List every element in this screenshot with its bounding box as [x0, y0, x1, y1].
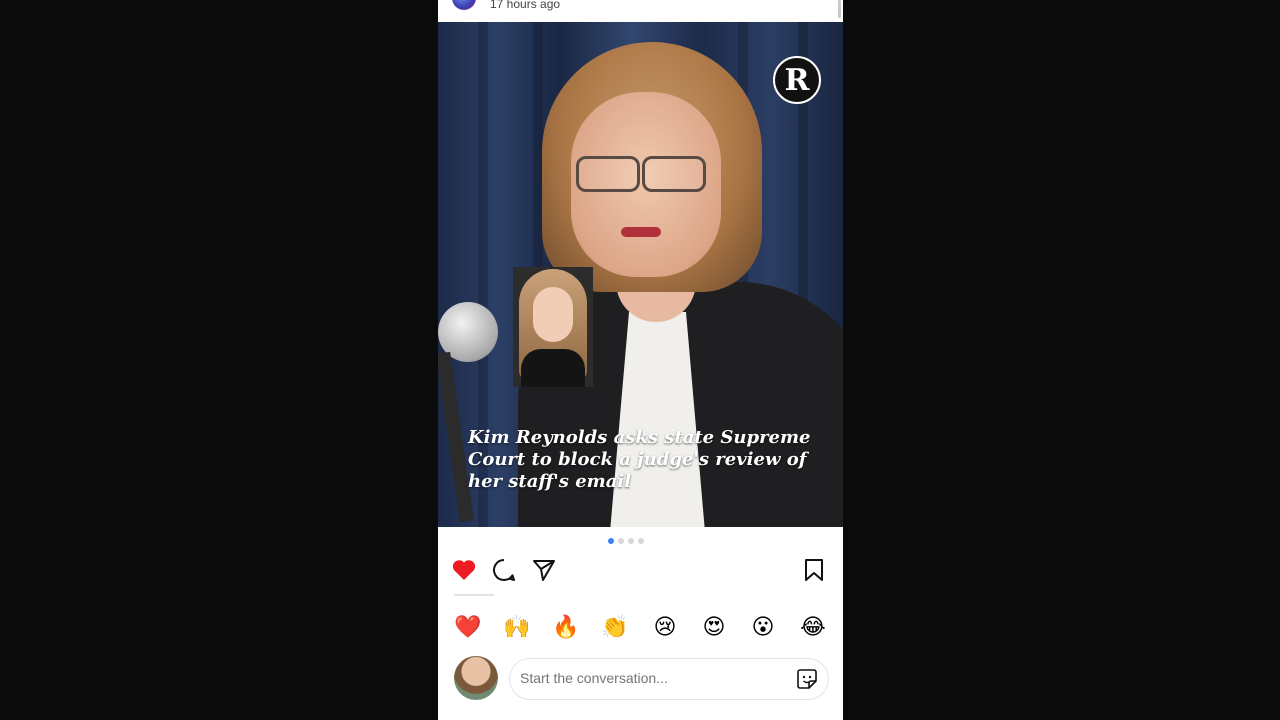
post-header: 17 hours ago — [438, 0, 843, 22]
author-avatar[interactable] — [452, 0, 476, 10]
bookmark-icon[interactable] — [800, 556, 828, 584]
heart-filled-icon[interactable] — [450, 556, 478, 584]
sticker-icon[interactable] — [796, 668, 818, 690]
reaction-fire[interactable]: 🔥 — [550, 612, 582, 644]
reaction-heart[interactable]: ❤️ — [452, 612, 484, 644]
speaker-lips — [621, 227, 661, 237]
paper-plane-icon[interactable] — [530, 556, 558, 584]
carousel-dot — [607, 538, 614, 544]
likes-stub — [454, 594, 494, 600]
carousel-dot — [637, 538, 644, 544]
carousel-dot — [617, 538, 624, 544]
image-headline: Kim Reynolds asks state Supreme Court to… — [468, 427, 811, 492]
reaction-laugh[interactable]: 😂 — [797, 612, 829, 644]
carousel-dot — [627, 538, 634, 544]
comment-icon[interactable] — [490, 556, 518, 584]
current-user-avatar — [454, 656, 498, 700]
creator-video-overlay[interactable] — [513, 267, 593, 387]
reaction-heart-eyes[interactable]: 😍 — [698, 612, 730, 644]
post-timestamp: 17 hours ago — [490, 0, 561, 11]
post-image[interactable]: R Kim Reynolds asks state Supreme Court … — [438, 22, 843, 527]
reaction-cry[interactable]: 😢 — [649, 612, 681, 644]
carousel-indicator — [438, 538, 828, 548]
post-screen: 17 hours ago R Kim Reynolds asks state S… — [438, 0, 843, 720]
post-actions — [438, 556, 843, 586]
reaction-raised-hands[interactable]: 🙌 — [501, 612, 533, 644]
comment-input-box[interactable] — [509, 658, 829, 700]
quick-reactions: ❤️ 🙌 🔥 👏 😢 😍 😮 😂 — [438, 612, 843, 644]
scrollbar[interactable] — [838, 0, 841, 18]
comment-input[interactable] — [520, 670, 770, 686]
comment-composer — [438, 656, 843, 702]
reaction-wow[interactable]: 😮 — [747, 612, 779, 644]
publisher-logo: R — [773, 56, 821, 104]
reaction-clap[interactable]: 👏 — [599, 612, 631, 644]
speaker-glasses — [556, 152, 706, 192]
